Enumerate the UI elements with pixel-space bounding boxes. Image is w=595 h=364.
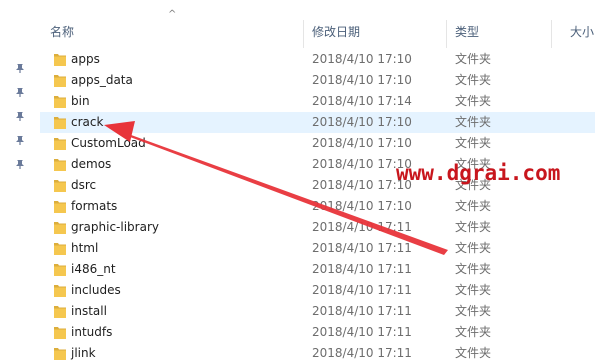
file-name: jlink [71, 346, 96, 360]
folder-icon [54, 96, 66, 108]
file-type: 文件夹 [455, 220, 492, 234]
file-date: 2018/4/10 17:11 [312, 346, 412, 360]
file-name: graphic-library [71, 220, 159, 234]
column-header-type[interactable]: 类型 [455, 24, 479, 40]
column-header-size[interactable]: 大小 [570, 24, 594, 40]
file-date: 2018/4/10 17:10 [312, 199, 412, 213]
file-name: demos [71, 157, 112, 171]
folder-icon [54, 117, 66, 129]
toolbar-strip [0, 0, 595, 12]
quick-access-pane [0, 12, 40, 361]
folder-icon [54, 159, 66, 171]
file-row[interactable]: intudfs 2018/4/10 17:11 文件夹 [40, 322, 595, 343]
pin-icon[interactable] [14, 62, 26, 74]
file-type: 文件夹 [455, 52, 492, 66]
watermark: www.dgrai.com [396, 161, 561, 185]
file-date: 2018/4/10 17:11 [312, 220, 412, 234]
file-name: bin [71, 94, 90, 108]
folder-icon [54, 54, 66, 66]
pin-icon[interactable] [14, 134, 26, 146]
file-row[interactable]: install 2018/4/10 17:11 文件夹 [40, 301, 595, 322]
file-date: 2018/4/10 17:11 [312, 262, 412, 276]
file-type: 文件夹 [455, 325, 492, 339]
pin-icon[interactable] [14, 110, 26, 122]
file-type: 文件夹 [455, 94, 492, 108]
column-divider[interactable] [446, 20, 447, 48]
folder-icon [54, 306, 66, 318]
folder-icon [54, 243, 66, 255]
file-type: 文件夹 [455, 304, 492, 318]
file-row[interactable]: apps_data 2018/4/10 17:10 文件夹 [40, 70, 595, 91]
file-type: 文件夹 [455, 73, 492, 87]
file-type: 文件夹 [455, 262, 492, 276]
file-name: apps [71, 52, 100, 66]
file-name: crack [71, 115, 104, 129]
folder-icon [54, 180, 66, 192]
column-divider[interactable] [551, 20, 552, 48]
file-type: 文件夹 [455, 115, 492, 129]
column-header-name[interactable]: 名称 [50, 24, 74, 40]
file-date: 2018/4/10 17:11 [312, 304, 412, 318]
file-name: intudfs [71, 325, 113, 339]
folder-icon [54, 138, 66, 150]
folder-icon [54, 264, 66, 276]
file-date: 2018/4/10 17:11 [312, 241, 412, 255]
folder-icon [54, 75, 66, 87]
folder-icon [54, 201, 66, 213]
folder-icon [54, 327, 66, 339]
file-row[interactable]: bin 2018/4/10 17:14 文件夹 [40, 91, 595, 112]
file-row[interactable]: CustomLoad 2018/4/10 17:10 文件夹 [40, 133, 595, 154]
folder-icon [54, 285, 66, 297]
file-date: 2018/4/10 17:14 [312, 94, 412, 108]
file-row[interactable]: graphic-library 2018/4/10 17:11 文件夹 [40, 217, 595, 238]
pin-icon[interactable] [14, 158, 26, 170]
file-name: includes [71, 283, 121, 297]
file-name: apps_data [71, 73, 133, 87]
file-name: i486_nt [71, 262, 116, 276]
file-name: CustomLoad [71, 136, 146, 150]
file-date: 2018/4/10 17:10 [312, 115, 412, 129]
file-name: formats [71, 199, 118, 213]
column-header-date[interactable]: 修改日期 [312, 24, 360, 40]
file-row[interactable]: includes 2018/4/10 17:11 文件夹 [40, 280, 595, 301]
column-divider[interactable] [303, 20, 304, 48]
file-row[interactable]: crack 2018/4/10 17:10 文件夹 [40, 112, 595, 133]
file-date: 2018/4/10 17:10 [312, 136, 412, 150]
file-type: 文件夹 [455, 136, 492, 150]
file-row[interactable]: apps 2018/4/10 17:10 文件夹 [40, 49, 595, 70]
folder-icon [54, 348, 66, 360]
file-row[interactable]: html 2018/4/10 17:11 文件夹 [40, 238, 595, 259]
file-date: 2018/4/10 17:10 [312, 73, 412, 87]
pin-icon[interactable] [14, 86, 26, 98]
file-type: 文件夹 [455, 346, 492, 360]
file-date: 2018/4/10 17:11 [312, 325, 412, 339]
file-name: install [71, 304, 107, 318]
file-name: dsrc [71, 178, 97, 192]
file-type: 文件夹 [455, 241, 492, 255]
file-row[interactable]: i486_nt 2018/4/10 17:11 文件夹 [40, 259, 595, 280]
file-date: 2018/4/10 17:11 [312, 283, 412, 297]
file-name: html [71, 241, 99, 255]
file-type: 文件夹 [455, 283, 492, 297]
file-row[interactable]: formats 2018/4/10 17:10 文件夹 [40, 196, 595, 217]
folder-icon [54, 222, 66, 234]
column-header: 名称 修改日期 类型 大小 [40, 12, 595, 48]
file-type: 文件夹 [455, 199, 492, 213]
file-date: 2018/4/10 17:10 [312, 52, 412, 66]
